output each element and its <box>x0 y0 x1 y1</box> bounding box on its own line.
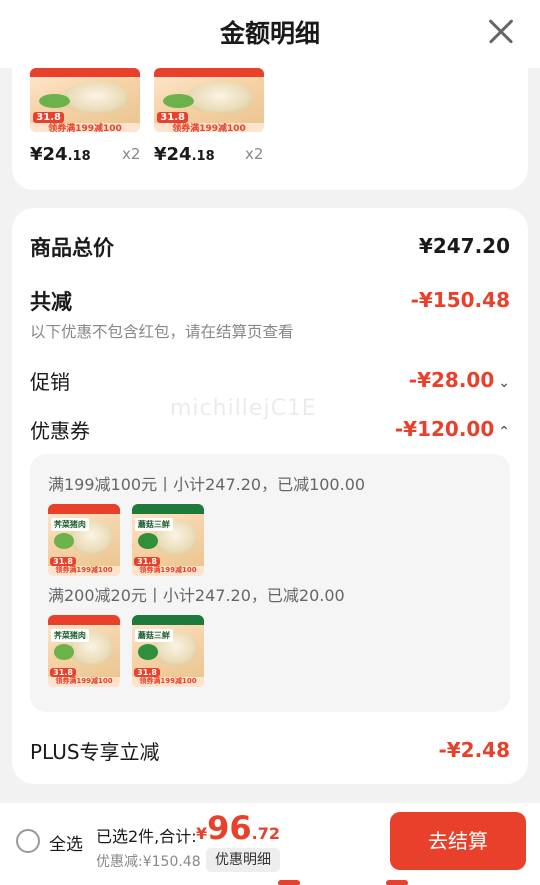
total-price-label: 商品总价 <box>30 236 114 260</box>
promotion-value: -¥28.00 <box>408 368 495 392</box>
total-amount: ¥96.72 <box>196 809 281 847</box>
discount-note: 以下优惠不包含红包，请在结算页查看 <box>30 323 294 341</box>
coupon-item-thumbnail[interactable]: 蘑菇三鲜 31.8 领券满199减100 <box>132 504 204 576</box>
product-coupon-band: 领券满199减100 <box>30 123 140 132</box>
checkout-bar: 全选 已选2件,合计: ¥96.72 优惠减:¥150.48 优惠明细 去结算 <box>0 803 540 885</box>
coupon-value: -¥120.00 <box>394 417 495 441</box>
item-name-label: 蘑菇三鲜 <box>134 518 173 532</box>
close-icon[interactable] <box>488 18 514 44</box>
page-title: 金额明细 <box>219 19 320 48</box>
discount-amount: 优惠减:¥150.48 <box>96 854 201 870</box>
item-tag-price: 31.8 <box>134 667 160 677</box>
total-price-value: ¥247.20 <box>418 234 510 258</box>
selected-summary: 已选2件,合计: <box>96 827 197 846</box>
item-coupon-band: 领券满199减100 <box>48 565 120 576</box>
product-tag-price: 31.8 <box>33 112 64 124</box>
select-all-label[interactable]: 全选 <box>49 830 83 855</box>
decorative-dot <box>386 880 408 885</box>
item-tag-price: 31.8 <box>50 667 76 677</box>
price-summary-card: 商品总价 ¥247.20 共减 -¥150.48 以下优惠不包含红包，请在结算页… <box>12 208 528 784</box>
coupon-item-thumbnail[interactable]: 荠菜猪肉 31.8 领券满199减100 <box>48 615 120 687</box>
item-tag-price: 31.8 <box>134 556 160 566</box>
item-name-label: 荠菜猪肉 <box>50 629 89 643</box>
coupon-item-thumbnail[interactable]: 蘑菇三鲜 31.8 领券满199减100 <box>132 615 204 687</box>
chevron-down-icon: ⌄ <box>498 375 510 391</box>
item-name-label: 蘑菇三鲜 <box>134 629 173 643</box>
plus-discount-value: -¥2.48 <box>438 738 510 762</box>
coupon-label: 优惠券 <box>30 419 90 443</box>
product-card: 31.8 领券满199减100 31.8 领券满199减100 ¥24.18 x… <box>12 68 528 190</box>
decorative-dot <box>278 880 300 885</box>
product-thumbnail[interactable]: 31.8 领券满199减100 <box>30 68 140 132</box>
discount-detail-button[interactable]: 优惠明细 <box>206 848 280 872</box>
item-coupon-band: 领券满199减100 <box>132 676 204 687</box>
header: 金额明细 <box>0 0 540 68</box>
product-coupon-band: 领券满199减100 <box>154 123 264 132</box>
promotion-label: 促销 <box>30 370 70 394</box>
item-coupon-band: 领券满199减100 <box>48 676 120 687</box>
coupon-detail-panel: 满199减100元丨小计247.20，已减100.00 荠菜猪肉 31.8 领券… <box>30 454 510 712</box>
product-tag-price: 31.8 <box>157 112 188 124</box>
coupon-row[interactable]: -¥120.00 ⌃ <box>395 417 510 441</box>
product-quantity: x2 <box>245 145 264 163</box>
watermark: michillejC1E <box>170 396 317 421</box>
chevron-up-icon: ⌃ <box>498 424 510 440</box>
total-reduce-label: 共减 <box>30 290 72 314</box>
product-price: ¥24.18 <box>154 144 215 165</box>
item-name-label: 荠菜猪肉 <box>50 518 89 532</box>
coupon-rule-line: 满200减20元丨小计247.20，已减20.00 <box>48 586 345 605</box>
product-price: ¥24.18 <box>30 144 91 165</box>
checkout-button[interactable]: 去结算 <box>390 812 526 870</box>
total-reduce-value: -¥150.48 <box>410 288 510 312</box>
coupon-rule-line: 满199减100元丨小计247.20，已减100.00 <box>48 475 366 494</box>
product-thumbnail[interactable]: 31.8 领券满199减100 <box>154 68 264 132</box>
product-quantity: x2 <box>122 145 141 163</box>
item-tag-price: 31.8 <box>50 556 76 566</box>
coupon-item-thumbnail[interactable]: 荠菜猪肉 31.8 领券满199减100 <box>48 504 120 576</box>
plus-discount-label: PLUS专享立减 <box>30 740 160 764</box>
promotion-row[interactable]: -¥28.00 ⌄ <box>409 368 510 392</box>
item-coupon-band: 领券满199减100 <box>132 565 204 576</box>
select-all-checkbox[interactable] <box>16 829 40 853</box>
